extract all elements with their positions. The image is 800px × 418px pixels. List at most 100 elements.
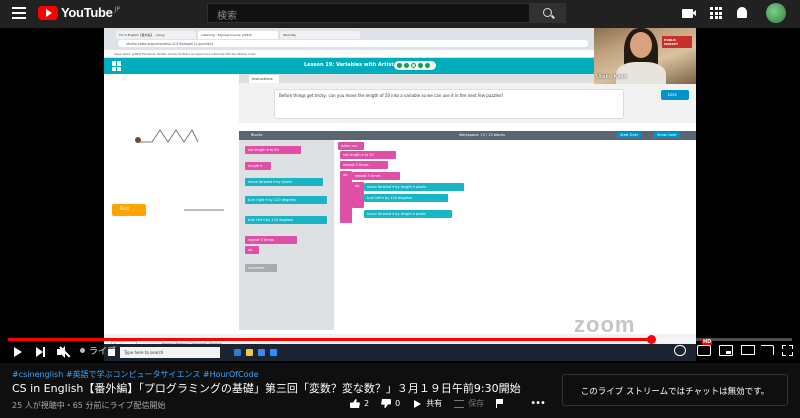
progress-dot — [418, 63, 423, 68]
live-label: ライブ — [89, 347, 117, 357]
browser-url: studio.code.org/s/express-2019/stage/11/… — [118, 40, 588, 47]
triangle-drawing — [135, 129, 199, 143]
action-bar: 2 0 共有 保存 ••• — [350, 398, 546, 409]
workspace-block[interactable]: turn left ▾ by 120 degrees — [364, 194, 448, 202]
taskbar-zoom-icon — [270, 349, 277, 356]
notifications-bell-icon[interactable] — [737, 7, 747, 18]
search-button[interactable] — [530, 3, 566, 23]
settings-gear-icon[interactable] — [697, 345, 711, 356]
workspace-block[interactable]: when run — [338, 142, 364, 150]
workspace-block[interactable]: move forward ▾ by length ▾ pixels — [364, 210, 452, 218]
code-org-logo-icon — [112, 61, 122, 71]
taskbar-folder-icon — [246, 349, 253, 356]
save-playlist-icon — [454, 399, 465, 408]
webcam-overlay: PUBLIC MARKET Utako Kase — [594, 28, 696, 84]
seek-handle[interactable] — [646, 335, 656, 344]
next-icon[interactable] — [36, 347, 46, 357]
zoom-watermark: zoom — [574, 312, 636, 337]
apps-grid-icon[interactable] — [710, 7, 722, 19]
taskbar-search: Type here to search — [120, 347, 220, 358]
live-dot-icon — [80, 348, 85, 353]
theater-mode-icon[interactable] — [741, 345, 755, 355]
save-label: 保存 — [468, 399, 485, 408]
taskbar-chrome-icon — [258, 349, 265, 356]
workspace-block[interactable]: move forward ▾ by length ▾ pixels — [364, 183, 464, 191]
live-indicator[interactable]: ライブ — [80, 344, 116, 357]
seek-bar[interactable] — [8, 335, 792, 344]
logo-region: JP — [114, 6, 120, 13]
taskbar-app-icon — [234, 349, 241, 356]
windows-taskbar: Type here to search — [104, 344, 696, 361]
workspace-block[interactable]: set length ▾ to 50 — [340, 151, 396, 159]
save-button[interactable]: 保存 — [454, 398, 484, 409]
workspace-block[interactable]: do — [352, 182, 364, 208]
workspace-block[interactable]: do — [340, 171, 352, 223]
workspace-block[interactable]: repeat 3 times — [340, 161, 388, 169]
lesson-title: Lesson 19: Variables with Artist — [304, 62, 394, 68]
presenter-face — [630, 32, 652, 58]
more-actions-icon[interactable]: ••• — [530, 398, 546, 409]
browser-tab: CS in English【番外編】 - Goog — [116, 31, 196, 39]
toolbox-block[interactable]: turn right ▾ by 120 degrees — [245, 196, 327, 204]
autoplay-toggle-icon[interactable] — [674, 345, 686, 356]
start-over-button[interactable]: Start Over — [617, 132, 642, 138]
block-workspace: when run set length ▾ to 50 repeat 3 tim… — [334, 140, 696, 330]
speed-slider[interactable] — [184, 209, 224, 211]
dislike-count: 0 — [395, 399, 401, 408]
video-frame: CS in English【番外編】 - Goog Listening - Ex… — [104, 28, 696, 361]
search-icon — [543, 8, 552, 17]
run-button[interactable]: Run — [112, 204, 146, 216]
workspace-header: Blocks Workspace: 13 / 13 blocks Start O… — [239, 131, 696, 140]
video-player[interactable]: CS in English【番外編】 - Goog Listening - Ex… — [0, 28, 800, 363]
toolbox-block[interactable]: do — [245, 246, 259, 254]
workspace-block[interactable]: repeat 3 times — [352, 172, 400, 180]
toolbox-block[interactable]: set length ▾ to 50 — [245, 146, 301, 154]
like-count: 2 — [364, 399, 370, 408]
dislike-button[interactable]: 0 — [381, 399, 400, 408]
hamburger-menu-icon[interactable] — [12, 7, 26, 19]
hd-badge: HD — [702, 339, 713, 345]
puzzle-progress — [394, 61, 436, 70]
cast-icon[interactable] — [761, 345, 774, 355]
toolbox-block[interactable]: turn left ▾ by 120 degrees — [245, 216, 327, 224]
play-icon[interactable] — [14, 347, 22, 357]
youtube-logo[interactable]: YouTube JP — [38, 5, 120, 20]
video-title: CS in English【番外編】「プログラミングの基礎」第三回「変数？変な数… — [12, 382, 521, 395]
report-button[interactable] — [496, 399, 504, 408]
instructions-panel: Before things get tricky, can you move t… — [239, 83, 696, 123]
fullscreen-icon[interactable] — [782, 345, 793, 356]
toolbox-block[interactable]: repeat 3 times — [245, 236, 297, 244]
share-button[interactable]: 共有 — [412, 398, 442, 409]
miniplayer-icon[interactable] — [719, 345, 733, 356]
blocks-label: Blocks — [251, 133, 263, 137]
logo-text: YouTube — [61, 5, 113, 20]
browser-tab: Listening - Express Course (2019) — [198, 31, 278, 39]
seek-progress — [8, 338, 651, 341]
market-sign: PUBLIC MARKET — [662, 36, 692, 48]
toolbox-block[interactable]: length ▾ — [245, 162, 271, 170]
search-input[interactable]: 検索 — [207, 3, 530, 23]
toolbox-block[interactable]: move forward ▾ by pixels — [245, 178, 323, 186]
create-video-icon[interactable] — [682, 9, 696, 18]
mute-icon[interactable] — [57, 346, 71, 358]
video-info: #csinenglish #英語で学ぶコンピュータサイエンス #HourOfCo… — [0, 363, 800, 418]
account-avatar[interactable] — [766, 3, 786, 23]
progress-dot — [425, 63, 430, 68]
share-icon — [412, 399, 422, 408]
progress-dot — [411, 63, 416, 68]
chat-disabled-notice: このライブ ストリームではチャットは無効です。 — [562, 374, 788, 406]
less-button[interactable]: Less — [661, 90, 689, 100]
masthead: YouTube JP 検索 — [0, 0, 800, 28]
thumbs-up-icon — [350, 399, 360, 408]
progress-dot — [404, 63, 409, 68]
presenter-name: Utako Kase — [596, 74, 627, 80]
like-button[interactable]: 2 — [350, 399, 369, 408]
artist-canvas: Run — [104, 74, 239, 334]
youtube-play-icon — [38, 5, 58, 20]
show-code-button[interactable]: Show Code — [654, 132, 680, 138]
thumbs-down-icon — [381, 399, 391, 408]
hashtags[interactable]: #csinenglish #英語で学ぶコンピュータサイエンス #HourOfCo… — [12, 369, 258, 380]
toolbox-block[interactable]: comment — [245, 264, 277, 272]
instructions-tab[interactable]: Instructions — [249, 75, 279, 83]
browser-tab: Woorday — [280, 31, 360, 39]
